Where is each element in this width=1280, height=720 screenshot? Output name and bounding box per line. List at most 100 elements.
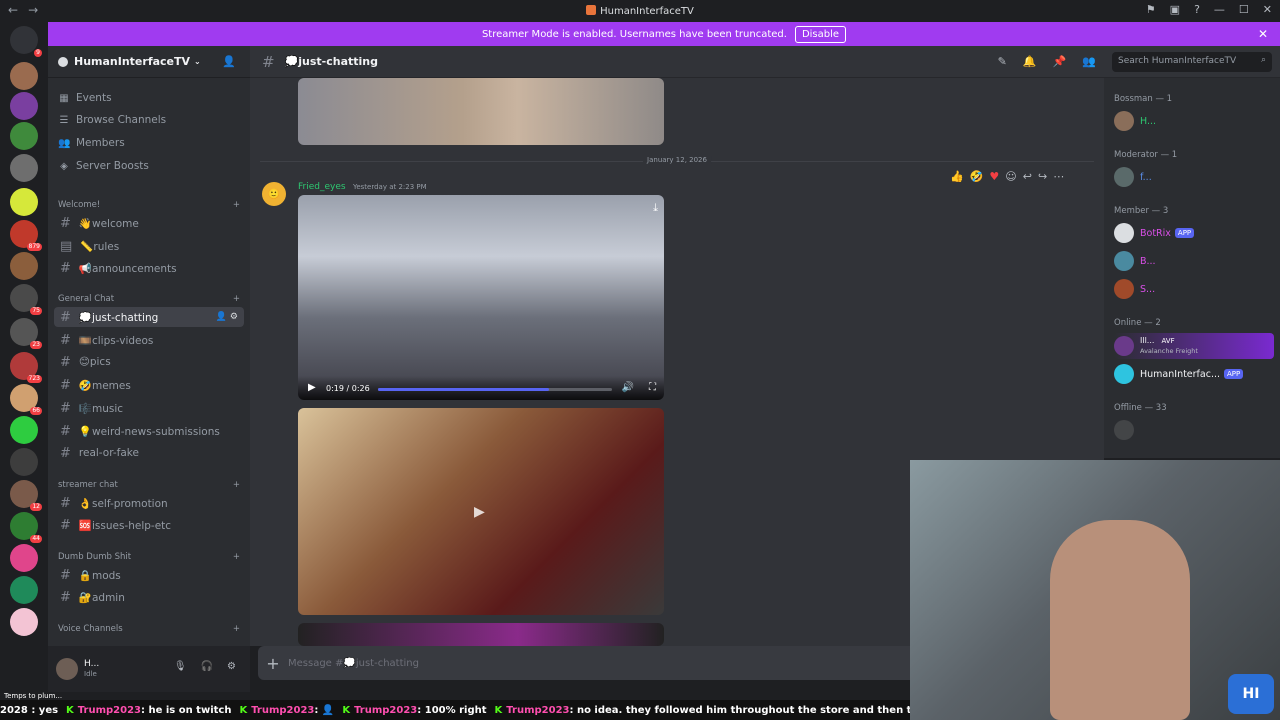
gear-icon[interactable]: ⚙ — [227, 661, 236, 672]
laughing-icon[interactable]: 🤣 — [970, 170, 984, 183]
channel-weird-news[interactable]: # 💡weird-news-submissions — [54, 421, 244, 441]
member-item[interactable]: H... — [1114, 111, 1156, 131]
members-icon: 👥 — [58, 137, 71, 149]
channel-welcome[interactable]: # 👋welcome — [54, 213, 244, 233]
server-icon[interactable] — [10, 154, 38, 182]
channel-admin[interactable]: # 🔐admin — [54, 587, 244, 607]
category-welcome[interactable]: Welcome! + — [58, 200, 240, 210]
category-streamer-chat[interactable]: streamer chat + — [58, 480, 240, 490]
webcam-overlay: HI — [910, 460, 1280, 720]
server-icon[interactable]: 44 — [10, 512, 42, 543]
video-progress-bar[interactable] — [378, 388, 612, 391]
flag-icon[interactable]: ⚑ — [1146, 3, 1156, 16]
server-icon[interactable] — [10, 544, 38, 572]
download-icon[interactable]: ⤓ — [653, 201, 658, 215]
home-icon[interactable]: 9 — [10, 26, 42, 57]
server-icon[interactable]: 12 — [10, 480, 42, 511]
add-channel-icon[interactable]: + — [233, 552, 240, 562]
server-icon[interactable] — [10, 416, 38, 444]
server-icon[interactable]: 723 — [10, 352, 42, 383]
member-item[interactable]: S... — [1114, 279, 1155, 299]
close-window-icon[interactable]: ✕ — [1263, 3, 1272, 16]
server-icon[interactable] — [10, 576, 38, 604]
channel-self-promotion[interactable]: # 👌self-promotion — [54, 493, 244, 513]
thumbs-up-icon[interactable]: 👍 — [950, 170, 964, 183]
nav-members[interactable]: 👥 Members — [58, 133, 125, 153]
channel-rules[interactable]: ▤ 📏rules — [54, 236, 244, 256]
server-icon[interactable] — [10, 92, 38, 120]
maximize-icon[interactable]: ☐ — [1239, 3, 1249, 16]
server-icon[interactable] — [10, 62, 38, 90]
server-icon[interactable] — [10, 608, 38, 636]
video-thumbnail[interactable]: ▶ — [298, 408, 664, 615]
search-input[interactable]: Search HumanInterfaceTV ⌕ — [1112, 52, 1272, 72]
play-icon[interactable]: ▶ — [308, 382, 316, 393]
screen-icon[interactable]: ▣ — [1170, 3, 1180, 16]
member-item[interactable]: HumanInterfac... APP — [1114, 364, 1244, 384]
message-composer[interactable]: + Message #💭just-chatting — [258, 646, 918, 680]
nav-server-boosts[interactable]: ◈ Server Boosts — [58, 156, 149, 176]
invite-icon[interactable]: 👤 — [222, 55, 236, 68]
member-item[interactable]: BotRix APP — [1114, 223, 1195, 243]
channel-memes[interactable]: # 🤣memes — [54, 375, 244, 395]
server-icon[interactable] — [10, 448, 38, 476]
channel-real-or-fake[interactable]: # real-or-fake — [54, 443, 244, 463]
avatar[interactable] — [56, 658, 78, 680]
nav-events[interactable]: ▦ Events — [58, 88, 111, 108]
forward-icon[interactable]: ↪ — [1038, 170, 1047, 183]
channel-clips-videos[interactable]: # 🎞️clips-videos — [54, 330, 244, 350]
server-icon[interactable] — [10, 252, 38, 280]
channel-music[interactable]: # 🎼music — [54, 398, 244, 418]
add-channel-icon[interactable]: + — [233, 624, 240, 634]
play-icon[interactable]: ▶ — [474, 504, 485, 520]
message-author[interactable]: Fried_eyes — [298, 182, 346, 192]
nav-browse-channels[interactable]: ☰ Browse Channels — [58, 110, 167, 130]
more-icon[interactable]: ⋯ — [1053, 170, 1064, 183]
server-icon[interactable]: 23 — [10, 318, 42, 349]
heart-icon[interactable]: ♥ — [989, 170, 999, 183]
hash-icon: # — [60, 423, 71, 439]
member-item[interactable]: f... — [1114, 167, 1152, 187]
category-voice[interactable]: Voice Channels + — [58, 624, 240, 634]
channel-announcements[interactable]: # 📢announcements — [54, 258, 244, 278]
help-icon[interactable]: ? — [1194, 3, 1200, 16]
video-thumbnail[interactable] — [298, 623, 664, 646]
minimize-icon[interactable]: — — [1214, 3, 1225, 16]
author-avatar[interactable]: 🙂 — [262, 182, 286, 206]
channel-pics[interactable]: # 😊pics — [54, 352, 244, 372]
add-channel-icon[interactable]: + — [233, 200, 240, 210]
server-icon[interactable]: 879 — [10, 220, 42, 251]
server-icon[interactable]: 75 — [10, 284, 42, 315]
member-item[interactable]: Ill... AVF Avalanche Freight — [1114, 333, 1274, 359]
pin-icon[interactable]: 📌 — [1053, 55, 1067, 68]
channel-mods[interactable]: # 🔒mods — [54, 565, 244, 585]
server-icon[interactable]: 66 — [10, 384, 42, 415]
fullscreen-icon[interactable]: ⛶ — [649, 382, 656, 393]
microphone-icon[interactable]: 🎙 — [174, 661, 187, 672]
add-channel-icon[interactable]: + — [233, 294, 240, 304]
headphones-icon[interactable]: 🎧 — [201, 661, 213, 672]
channel-sidebar: HumanInterfaceTV ⌄ 👤 ▦ Events ☰ Browse Cha… — [48, 46, 250, 692]
bell-icon[interactable]: 🔔 — [1023, 55, 1037, 68]
video-player[interactable]: ⤓ ▶ 0:19 / 0:26 🔊 ⛶ — [298, 195, 664, 400]
channel-settings-icon[interactable]: 👤 ⚙ — [216, 312, 238, 322]
threads-icon[interactable]: ✎ — [998, 55, 1007, 68]
member-item[interactable]: B... — [1114, 251, 1156, 271]
channel-issues-help[interactable]: # 🆘issues-help-etc — [54, 515, 244, 535]
server-header[interactable]: HumanInterfaceTV ⌄ 👤 — [48, 46, 250, 78]
member-list-icon[interactable]: 👥 — [1082, 55, 1096, 68]
channel-just-chatting[interactable]: # 💭just-chatting 👤 ⚙ — [54, 307, 244, 327]
banner-close-icon[interactable]: ✕ — [1258, 27, 1268, 41]
reply-icon[interactable]: ↩ — [1023, 170, 1032, 183]
category-general[interactable]: General Chat + — [58, 294, 240, 304]
server-icon[interactable] — [10, 122, 38, 150]
add-reaction-icon[interactable]: ☺ — [1005, 170, 1016, 183]
disable-button[interactable]: Disable — [794, 25, 847, 43]
add-attachment-icon[interactable]: + — [258, 654, 288, 673]
server-icon[interactable] — [10, 188, 38, 216]
member-item[interactable] — [1114, 420, 1140, 440]
category-dumb[interactable]: Dumb Dumb Shit + — [58, 552, 240, 562]
add-channel-icon[interactable]: + — [233, 480, 240, 490]
previous-video-thumbnail[interactable] — [298, 78, 664, 145]
volume-icon[interactable]: 🔊 — [622, 382, 634, 393]
